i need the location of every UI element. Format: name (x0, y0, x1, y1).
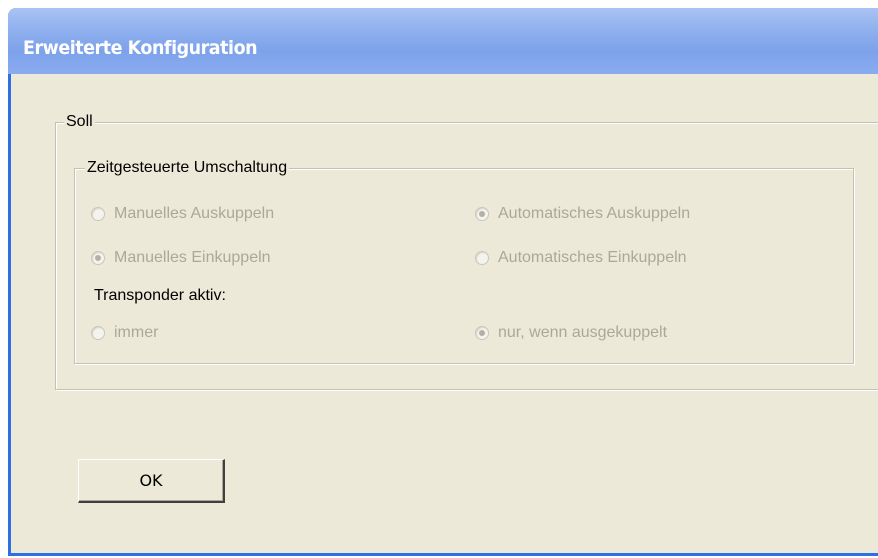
radio-label: Manuelles Einkuppeln (114, 249, 271, 266)
radio-checked-icon (475, 207, 489, 221)
radio-unchecked-icon (475, 251, 489, 265)
title-bar[interactable]: Erweiterte Konfiguration (8, 8, 878, 74)
ok-button[interactable]: OK (78, 459, 225, 503)
radio-automatisches-auskuppeln[interactable]: Automatisches Auskuppeln (475, 203, 690, 225)
radio-checked-icon (475, 326, 489, 340)
radio-unchecked-icon (91, 207, 105, 221)
transponder-aktiv-label: Transponder aktiv: (94, 287, 226, 304)
dialog-window: Erweiterte Konfiguration Soll Zeitgesteu… (8, 8, 878, 556)
window-title: Erweiterte Konfiguration (23, 37, 258, 59)
soll-group-label: Soll (64, 112, 95, 132)
radio-label: Automatisches Auskuppeln (498, 205, 691, 222)
radio-manuelles-auskuppeln[interactable]: Manuelles Auskuppeln (91, 203, 274, 225)
radio-label: Manuelles Auskuppeln (114, 205, 275, 222)
radio-immer[interactable]: immer (91, 322, 158, 344)
radio-label: immer (114, 324, 159, 341)
radio-unchecked-icon (91, 326, 105, 340)
zeitgesteuerte-umschaltung-label: Zeitgesteuerte Umschaltung (85, 158, 290, 178)
radio-checked-icon (91, 251, 105, 265)
radio-manuelles-einkuppeln[interactable]: Manuelles Einkuppeln (91, 247, 271, 269)
radio-nur-wenn-ausgekuppelt[interactable]: nur, wenn ausgekuppelt (475, 322, 667, 344)
radio-label: Automatisches Einkuppeln (498, 249, 687, 266)
radio-automatisches-einkuppeln[interactable]: Automatisches Einkuppeln (475, 247, 687, 269)
radio-label: nur, wenn ausgekuppelt (498, 324, 668, 341)
